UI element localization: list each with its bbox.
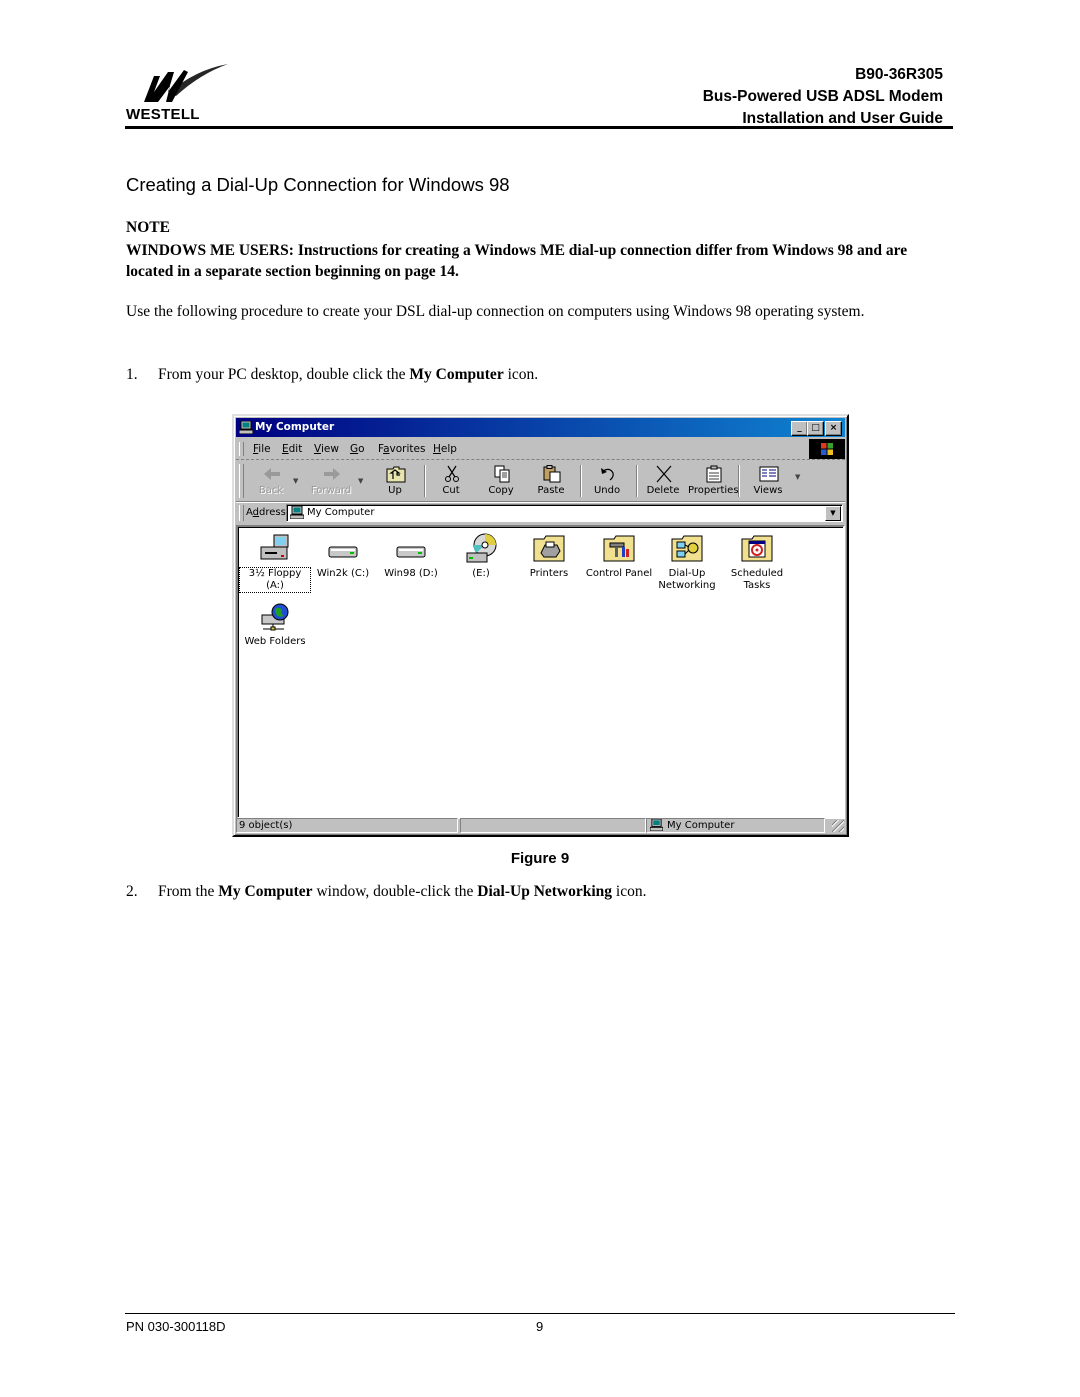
product-name: Bus-Powered USB ADSL Modem [702, 88, 943, 105]
status-zone-panel: My Computer [646, 818, 825, 833]
item-cd-e[interactable]: (E:) [446, 533, 516, 580]
status-object-count: 9 object(s) [236, 818, 458, 833]
back-button[interactable]: Back ▼ [246, 463, 298, 499]
copy-button[interactable]: Copy [476, 463, 526, 499]
item-control-panel[interactable]: Control Panel [584, 533, 654, 580]
properties-button[interactable]: Properties [688, 463, 739, 499]
my-computer-icon [290, 506, 304, 519]
menu-help[interactable]: Help [433, 443, 457, 455]
section-title: Creating a Dial-Up Connection for Window… [126, 174, 510, 195]
address-input[interactable]: My Computer ▼ [286, 504, 843, 522]
address-dropdown-button[interactable]: ▼ [825, 506, 841, 521]
copy-icon [494, 465, 510, 483]
address-label: Address [246, 507, 286, 518]
my-computer-window: My Computer _ □ × File Edit View Go Favo… [232, 414, 849, 837]
maximize-button[interactable]: □ [807, 421, 824, 436]
windows-throbber [809, 439, 845, 459]
menu-go[interactable]: Go [350, 443, 365, 455]
up-button[interactable]: Up [370, 463, 420, 499]
forward-dropdown-icon[interactable]: ▼ [358, 477, 363, 485]
properties-icon [706, 465, 722, 483]
hard-drive-icon [396, 546, 426, 558]
menu-bar: File Edit View Go Favorites Help [236, 439, 845, 460]
westell-swoosh-icon [144, 64, 228, 102]
address-value: My Computer [307, 507, 375, 518]
windows-logo-icon [821, 443, 833, 455]
resize-grip[interactable] [832, 820, 844, 832]
paste-button[interactable]: Paste [526, 463, 576, 499]
footer-rule [125, 1313, 955, 1314]
hard-drive-icon [328, 546, 358, 558]
menu-view[interactable]: View [314, 443, 339, 455]
cut-button[interactable]: Cut [426, 463, 476, 499]
menu-favorites[interactable]: Favorites [378, 443, 425, 455]
views-icon [759, 466, 779, 482]
menu-edit[interactable]: Edit [282, 443, 302, 455]
figure-caption: Figure 9 [510, 850, 570, 867]
brand-name: WESTELL [126, 106, 200, 123]
status-middle-panel [460, 818, 646, 833]
dialup-networking-icon [671, 535, 703, 562]
toolbar-grip[interactable] [239, 464, 244, 498]
westell-logo: WESTELL [126, 62, 236, 124]
item-scheduled-tasks[interactable]: Scheduled Tasks [722, 533, 792, 592]
document-header: B90-36R305 Bus-Powered USB ADSL Modem In… [703, 64, 943, 130]
my-computer-icon [239, 421, 253, 434]
printers-folder-icon [533, 535, 565, 562]
intro-paragraph: Use the following procedure to create yo… [126, 303, 865, 320]
delete-button[interactable]: Delete [638, 463, 688, 499]
paste-icon [543, 465, 561, 483]
note-text: WINDOWS ME USERS: Instructions for creat… [126, 242, 908, 280]
cd-drive-icon [466, 533, 497, 563]
delete-x-icon [656, 465, 672, 483]
views-button[interactable]: Views ▼ [743, 463, 800, 499]
header-rule [125, 126, 953, 129]
address-bar: Address My Computer ▼ [236, 503, 845, 523]
folder-view: 3½ Floppy (A:) Win2k (C:) Win98 (D:) (E:… [236, 525, 845, 819]
menubar-grip[interactable] [239, 442, 244, 456]
item-win2k-c[interactable]: Win2k (C:) [308, 533, 378, 580]
undo-icon [601, 468, 614, 481]
addressbar-grip[interactable] [239, 505, 244, 521]
forward-button[interactable]: Forward ▼ [306, 463, 363, 499]
item-win98-d[interactable]: Win98 (D:) [376, 533, 446, 580]
back-arrow-icon [264, 468, 280, 480]
minimize-button[interactable]: _ [791, 421, 808, 436]
item-web-folders[interactable]: Web Folders [240, 601, 310, 648]
doc-number: B90-36R305 [855, 66, 943, 83]
close-button[interactable]: × [825, 421, 842, 436]
page-number: 9 [536, 1319, 544, 1334]
part-number: PN 030-300118D [126, 1319, 226, 1334]
note-label: NOTE [126, 219, 170, 236]
toolbar-separator [738, 465, 740, 497]
views-dropdown-icon[interactable]: ▼ [795, 473, 800, 481]
step-1: 1. From your PC desktop, double click the… [126, 366, 539, 383]
item-dialup-networking[interactable]: Dial-Up Networking [652, 533, 722, 592]
window-title: My Computer [255, 421, 335, 433]
undo-button[interactable]: Undo [582, 463, 632, 499]
forward-arrow-icon [324, 468, 340, 480]
step-2: 2. From the My Computer window, double-cl… [126, 883, 647, 900]
status-bar: 9 object(s) My Computer [236, 817, 845, 833]
floppy-drive-icon [260, 534, 289, 560]
scheduled-tasks-icon [741, 535, 773, 562]
item-floppy-a[interactable]: 3½ Floppy (A:) [239, 533, 311, 593]
my-computer-icon [650, 819, 663, 831]
web-folders-icon [261, 603, 289, 631]
scissors-icon [445, 465, 459, 482]
standard-toolbar: Back ▼ Forward ▼ Up Cut Copy Paste Undo … [236, 461, 845, 502]
back-dropdown-icon[interactable]: ▼ [293, 477, 298, 485]
item-printers[interactable]: Printers [514, 533, 584, 580]
title-bar[interactable]: My Computer _ □ × [236, 418, 845, 437]
up-folder-icon [386, 466, 406, 483]
control-panel-icon [603, 535, 635, 562]
menu-file[interactable]: File [253, 443, 271, 455]
